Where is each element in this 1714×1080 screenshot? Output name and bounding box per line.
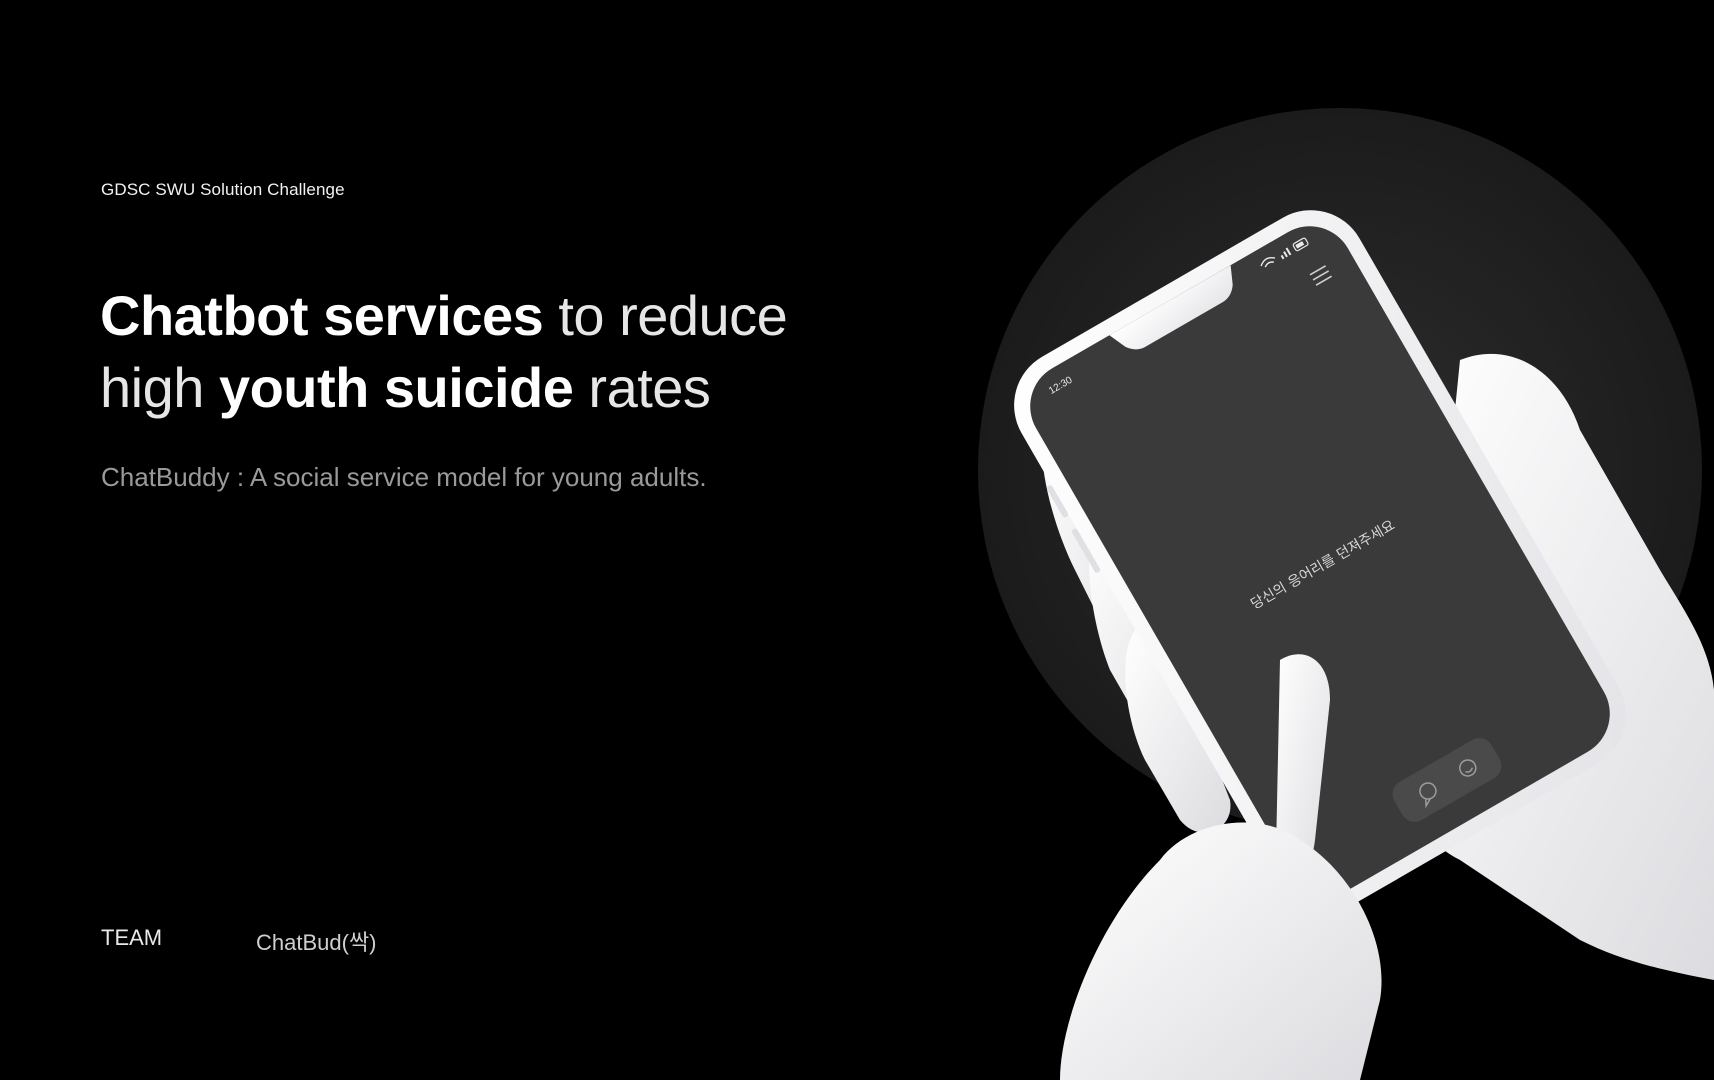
team-label: TEAM xyxy=(101,925,163,950)
headline-light-1: to reduce xyxy=(543,284,788,347)
eyebrow-title: GDSC SWU Solution Challenge xyxy=(101,180,345,199)
headline-light-2b: rates xyxy=(573,356,711,419)
headline: Chatbot services to reduce high youth su… xyxy=(100,280,788,424)
headline-bold-2: youth suicide xyxy=(218,356,574,419)
team-name: ChatBud(싹) xyxy=(256,930,377,955)
phone-in-hands-illustration: 12:30 당신의 응어리를 던져주세요 xyxy=(860,100,1714,1080)
subtitle: ChatBuddy : A social service model for y… xyxy=(101,462,707,492)
headline-bold-1: Chatbot services xyxy=(100,284,544,347)
headline-light-2a: high xyxy=(100,356,219,419)
